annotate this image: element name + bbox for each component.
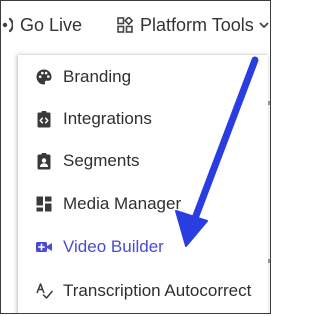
menu-item-transcription-autocorrect[interactable]: Transcription Autocorrect	[18, 271, 268, 311]
menu-item-integrations[interactable]: Integrations	[18, 99, 268, 139]
menu-item-media-manager[interactable]: Media Manager	[18, 184, 268, 224]
menu-item-segments[interactable]: Segments	[18, 141, 268, 181]
dashboard-grid-icon	[36, 196, 52, 212]
menu-item-label: Segments	[63, 151, 140, 170]
go-live-nav-item[interactable]: Go Live	[1, 13, 82, 37]
chevron-down-icon	[259, 22, 269, 29]
menu-item-branding[interactable]: Branding	[18, 57, 268, 97]
video-camera-plus-icon	[36, 242, 52, 252]
platform-tools-label: Platform Tools	[140, 14, 254, 35]
broadcast-icon	[2, 17, 13, 33]
menu-item-video-builder[interactable]: Video Builder	[18, 227, 268, 267]
contact-badge-icon	[37, 153, 51, 170]
apps-grid-icon	[117, 17, 133, 33]
palette-icon	[36, 69, 52, 85]
menu-item-label: Media Manager	[63, 194, 182, 213]
platform-tools-dropdown: Branding Integrations Segments Media Man…	[18, 55, 268, 313]
go-live-label: Go Live	[20, 14, 83, 35]
code-clipboard-icon	[37, 111, 51, 128]
platform-tools-menu-button[interactable]: Platform Tools	[117, 13, 269, 37]
menu-item-label: Transcription Autocorrect	[63, 281, 252, 300]
top-nav-bar: Go Live Platform Tools	[1, 1, 270, 49]
spellcheck-icon	[36, 283, 53, 299]
menu-item-label: Integrations	[63, 109, 152, 128]
menu-item-label: Video Builder	[63, 237, 164, 256]
menu-item-label: Branding	[63, 67, 132, 86]
screenshot-frame: Go Live Platform Tools Branding Integrat…	[0, 0, 271, 314]
